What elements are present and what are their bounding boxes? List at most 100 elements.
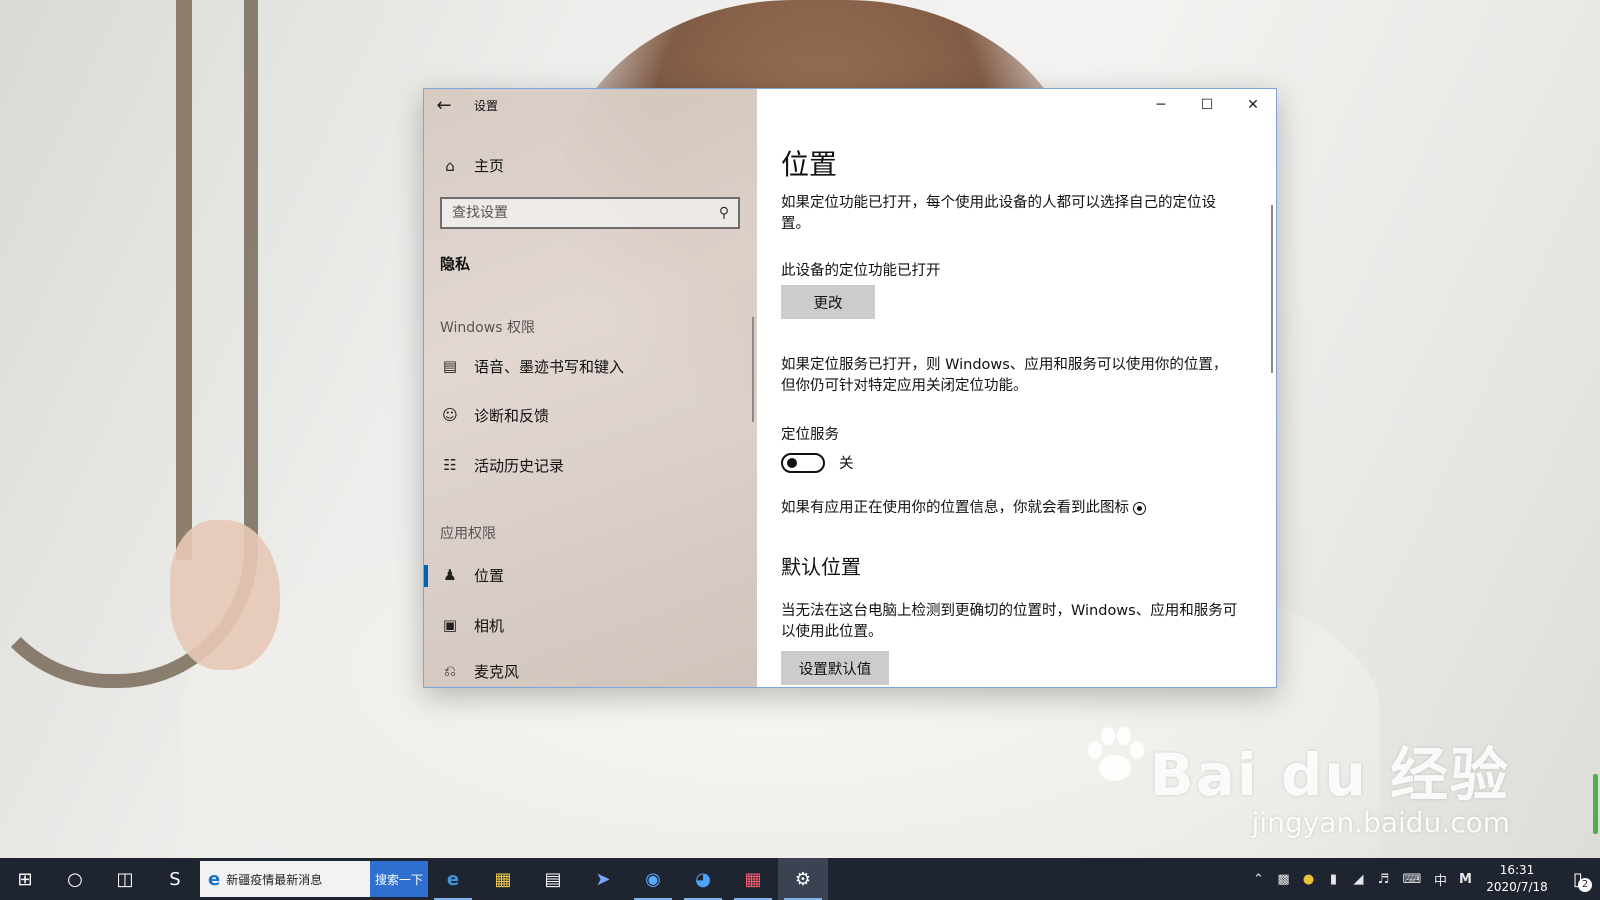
sidebar-item-label: 活动历史记录 [474,456,565,475]
toggle-knob [787,457,797,468]
home-label: 主页 [474,157,505,175]
back-button[interactable]: ← [424,89,464,121]
set-default-button[interactable]: 设置默认值 [781,651,889,685]
ie-icon: e [208,868,221,890]
bird-icon: ➤ [595,868,611,890]
taskbar-app-settings[interactable]: ⚙ [778,858,828,900]
location-service-toggle[interactable] [781,452,825,473]
location-in-use-icon [1133,501,1146,515]
wallpaper-hand [170,520,280,670]
arrow-left-icon: ← [436,94,452,116]
default-location-title: 默认位置 [781,555,861,579]
iw-icon: ◉ [645,868,661,890]
sidebar-item-camera[interactable]: ▣ 相机 [440,605,504,645]
group-label-windows: Windows 权限 [440,320,535,336]
edge-icon: e [446,868,460,890]
minimize-icon: ─ [1156,97,1166,113]
device-location-status: 此设备的定位功能已打开 [781,263,941,279]
tray-security-icon[interactable]: ● [1296,872,1321,887]
taskbar-app-edge[interactable]: e [428,858,478,900]
sidebar-item-label: 相机 [474,616,505,635]
gear-icon: ⚙ [794,868,812,890]
intro-text: 如果定位功能已打开，每个使用此设备的人都可以选择自己的定位设置。 [781,195,1216,232]
location-service-toggle-row: 关 [781,452,854,473]
section-title-privacy: 隐私 [440,255,471,273]
edge-indicator [1593,774,1598,834]
location-icon-note-text: 如果有应用正在使用你的位置信息，你就会看到此图标 [781,500,1129,516]
folder-icon: ▦ [494,868,512,890]
sidebar-item-label: 麦克风 [474,662,520,681]
volume-icon[interactable]: ♬ [1371,872,1396,887]
sidebar-item-speech[interactable]: ▤ 语音、墨迹书写和键入 [440,346,624,386]
content-scrollbar[interactable] [1271,205,1273,373]
maximize-icon: ☐ [1200,97,1214,113]
taskbar-app-store[interactable]: ▤ [528,858,578,900]
clock[interactable]: 16:31 2020/7/18 [1478,862,1556,896]
taskbar-app-browser[interactable]: ◕ [678,858,728,900]
browser-icon: ◕ [695,868,711,890]
maximize-button[interactable]: ☐ [1184,89,1230,121]
taskbar-app-snip[interactable]: ▦ [728,858,778,900]
baidu-watermark: Bai du 经验 jingyan.baidu.com [1087,727,1510,839]
ime-indicator[interactable]: 中 [1428,870,1453,889]
sidebar-item-label: 语音、墨迹书写和键入 [474,357,625,376]
default-location-description: 当无法在这台电脑上检测到更确切的位置时，Windows、应用和服务可以使用此位置… [781,603,1238,640]
start-button[interactable]: ⊞ [0,858,50,900]
sidebar-item-home[interactable]: ⌂ 主页 [440,155,504,176]
sidebar-item-activity-history[interactable]: ☷ 活动历史记录 [440,445,564,485]
clock-date: 2020/7/18 [1486,880,1548,894]
group-label-apps: 应用权限 [440,526,496,542]
taskbar-app-feishu[interactable]: ➤ [578,858,628,900]
toggle-state-label: 关 [839,456,854,472]
snip-icon: ▦ [744,868,762,890]
sogou-icon: S [169,868,181,890]
titlebar: ← 设置 [424,89,757,121]
task-view-button[interactable]: ◫ [100,858,150,900]
watermark-brand: Bai du 经验 [1149,741,1510,809]
close-button[interactable]: ✕ [1230,89,1276,121]
window-title: 设置 [474,98,499,113]
task-view-icon: ◫ [116,868,134,890]
chevron-up-icon[interactable]: ⌃ [1246,872,1271,887]
search-icon[interactable]: ⚲ [710,205,738,221]
location-person-icon: ♟ [443,566,457,584]
tray-app-icon[interactable]: ▩ [1271,872,1296,887]
sidebar-item-location[interactable]: ♟ 位置 [424,555,505,595]
sidebar-scrollbar[interactable] [752,317,754,422]
keyboard-icon[interactable]: ⌨ [1396,872,1428,887]
sidebar-item-microphone[interactable]: ⎌ 麦克风 [440,651,520,687]
change-button[interactable]: 更改 [781,285,875,319]
sidebar-item-diagnostics[interactable]: ☺ 诊断和反馈 [440,395,549,435]
page-title: 位置 [781,148,838,181]
system-tray: ⌃ ▩ ● ▮ ◢ ♬ ⌨ 中 M 16:31 2020/7/18 ▯ 2 [1246,858,1600,900]
settings-sidebar: ← 设置 ⌂ 主页 ⚲ 隐私 Windows 权限 ▤ 语音、墨迹书写和键入 ☺… [424,89,757,687]
circle-icon: ○ [67,868,83,890]
service-title: 定位服务 [781,427,839,443]
action-center-button[interactable]: ▯ 2 [1556,858,1600,900]
service-description: 如果定位服务已打开，则 Windows、应用和服务可以使用你的位置，但你仍可针对… [781,357,1228,394]
taskbar-app-explorer[interactable]: ▦ [478,858,528,900]
location-icon-note: 如果有应用正在使用你的位置信息，你就会看到此图标 [781,496,1146,517]
network-icon[interactable]: ◢ [1346,872,1371,887]
store-icon: ▤ [544,868,562,890]
settings-content: ─ ☐ ✕ 位置 如果定位功能已打开，每个使用此设备的人都可以选择自己的定位设置… [757,89,1276,687]
taskbar: ⊞ ○ ◫ S e 新疆疫情最新消息 搜索一下 e ▦ ▤ ➤ ◉ ◕ ▦ ⚙ … [0,858,1600,900]
sidebar-item-label: 诊断和反馈 [474,406,550,425]
taskbar-app-iw[interactable]: ◉ [628,858,678,900]
ime-mode-icon[interactable]: M [1453,872,1478,887]
home-icon: ⌂ [445,156,455,175]
clock-time: 16:31 [1499,863,1535,877]
windows-logo-icon: ⊞ [17,868,33,890]
search-box: ⚲ [440,197,740,229]
battery-icon[interactable]: ▮ [1321,872,1346,887]
taskbar-app-sogou[interactable]: S [150,858,200,900]
notification-count: 2 [1578,878,1592,892]
minimize-button[interactable]: ─ [1138,89,1184,121]
cortana-button[interactable]: ○ [50,858,100,900]
news-search-button[interactable]: 搜索一下 [370,861,428,897]
sidebar-item-label: 位置 [474,566,505,585]
search-input[interactable] [442,204,710,222]
news-search-box[interactable]: e 新疆疫情最新消息 [200,861,370,897]
camera-icon: ▣ [442,616,458,634]
window-controls: ─ ☐ ✕ [1138,89,1276,121]
